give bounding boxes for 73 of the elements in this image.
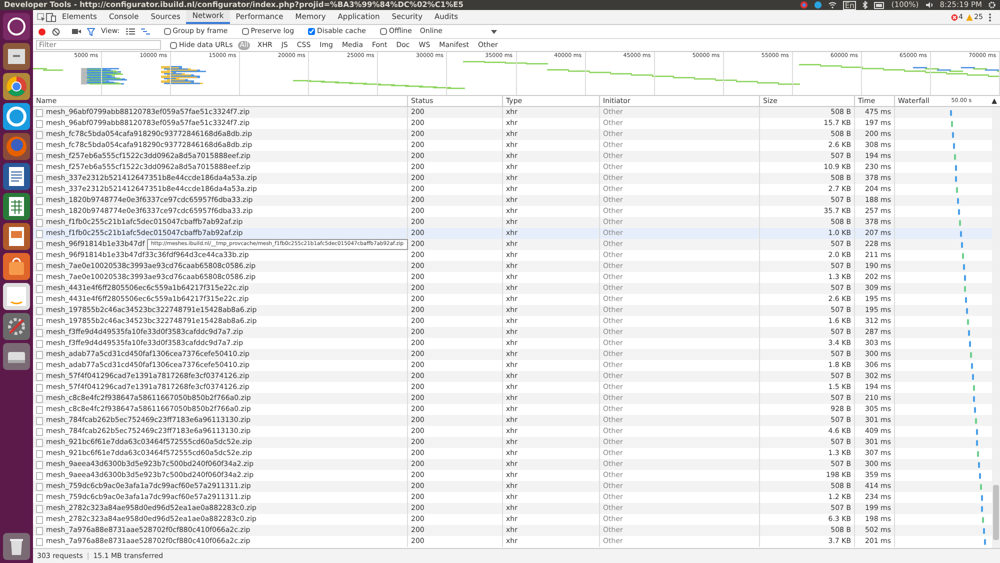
waterfall-bar — [970, 363, 973, 369]
device-toolbar-icon[interactable] — [46, 12, 56, 22]
speaker-icon[interactable] — [924, 1, 934, 9]
waterfall-bar — [976, 440, 978, 446]
waterfall-bar — [964, 275, 966, 281]
waterfall-bar — [957, 198, 960, 204]
gear-icon[interactable] — [988, 1, 996, 9]
waterfall-bar — [959, 220, 962, 226]
record-icon[interactable] — [38, 28, 46, 36]
waterfall-bar — [962, 253, 964, 259]
waterfall-bar — [964, 297, 967, 303]
circle-logo-launcher-button[interactable] — [3, 13, 30, 40]
waterfall-bar — [982, 517, 984, 523]
wrench-gear-launcher-button[interactable] — [3, 313, 30, 340]
checkbox[interactable] — [308, 28, 316, 35]
scrollbar[interactable] — [992, 107, 1000, 548]
camera-icon[interactable] — [72, 28, 81, 35]
waterfall-bar — [970, 352, 972, 358]
checkbox[interactable] — [164, 28, 171, 35]
waterfall-bar — [964, 286, 966, 292]
waterfall-bar — [966, 308, 968, 314]
round-app-icon[interactable] — [800, 1, 808, 9]
waterfall-bar — [981, 495, 984, 501]
waterfall-bar — [968, 341, 971, 347]
waterfall-bar — [972, 374, 974, 380]
waterfall-bar — [968, 330, 970, 336]
waterfall-bar — [958, 209, 960, 215]
disk-drive-launcher-button[interactable] — [3, 343, 30, 370]
waterfall-view-icon[interactable] — [140, 28, 150, 35]
waterfall-bar — [954, 154, 956, 160]
waterfall-bar — [955, 165, 958, 171]
wifi-icon[interactable] — [828, 1, 837, 9]
error-icon[interactable] — [950, 14, 958, 20]
waterfall-bar — [955, 176, 958, 182]
battery-icon[interactable] — [874, 2, 886, 8]
waterfall-bar — [960, 242, 963, 248]
waterfall-bar — [962, 264, 965, 270]
waterfall-bar — [974, 407, 976, 413]
waterfall-bar — [979, 473, 982, 479]
checkbox[interactable] — [380, 28, 387, 35]
presentation-launcher-button[interactable] — [3, 223, 30, 250]
waterfall-bar — [972, 396, 975, 402]
filter-funnel-icon[interactable] — [87, 28, 95, 36]
waterfall-bar — [950, 110, 952, 116]
inspect-cursor-icon[interactable] — [37, 12, 46, 22]
waterfall-bar — [951, 121, 954, 127]
waterfall-bar — [984, 539, 986, 545]
waterfall-bar — [972, 385, 975, 391]
waterfall-bar — [952, 132, 954, 138]
waterfall-bar — [983, 528, 986, 534]
waterfall-bar — [966, 319, 969, 325]
clear-icon[interactable] — [52, 28, 60, 36]
trash-launcher-button[interactable] — [3, 533, 30, 560]
list-view-icon[interactable] — [126, 28, 135, 35]
waterfall-bar — [953, 143, 956, 149]
waterfall-bar — [960, 231, 962, 237]
spreadsheet-launcher-button[interactable] — [3, 193, 30, 220]
waterfall-bar — [980, 484, 982, 490]
waterfall-bar — [956, 187, 958, 193]
document-launcher-button[interactable] — [3, 163, 30, 190]
checkbox[interactable] — [242, 28, 249, 35]
waterfall-bar — [981, 506, 984, 512]
color-wheel-launcher-button[interactable] — [3, 73, 30, 100]
waterfall-bar — [974, 418, 977, 424]
more-menu-icon[interactable] — [988, 12, 992, 22]
scrollbar-thumb[interactable] — [993, 485, 999, 540]
shopping-bag-launcher-button[interactable] — [3, 253, 30, 280]
bluetooth-icon[interactable] — [862, 1, 868, 9]
caret-icon — [490, 30, 496, 34]
waterfall-bar — [978, 462, 980, 468]
file-cabinet-launcher-button[interactable] — [3, 43, 30, 70]
checkbox[interactable] — [170, 42, 177, 48]
waterfall-bar — [977, 451, 980, 457]
